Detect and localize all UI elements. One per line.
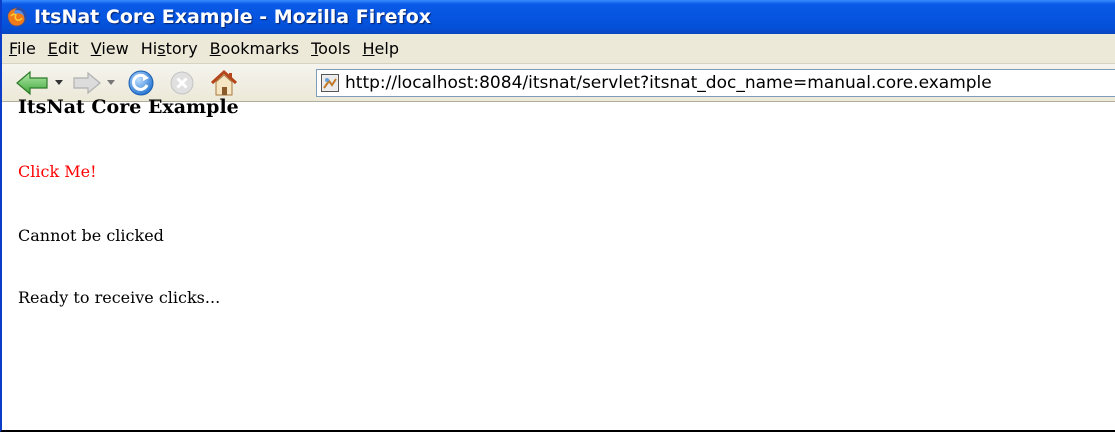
stop-button[interactable] xyxy=(164,68,200,98)
menu-edit[interactable]: Edit xyxy=(44,39,87,58)
menu-label: tory xyxy=(165,39,198,58)
page-icon xyxy=(321,74,339,92)
forward-button[interactable] xyxy=(70,68,104,98)
menu-help[interactable]: Help xyxy=(359,39,407,58)
menu-label: ookmarks xyxy=(220,39,300,58)
menu-label: iew xyxy=(101,39,129,58)
status-text: Ready to receive clicks... xyxy=(18,288,221,307)
menu-accel: F xyxy=(9,39,18,58)
menu-accel: E xyxy=(47,39,58,58)
title-bar[interactable]: ItsNat Core Example - Mozilla Firefox xyxy=(2,0,1115,34)
menu-label: dit xyxy=(57,39,79,58)
stop-icon xyxy=(170,71,194,94)
menu-tools[interactable]: Tools xyxy=(307,39,358,58)
menu-label: ile xyxy=(17,39,36,58)
forward-history-dropdown[interactable] xyxy=(104,68,118,98)
menu-history[interactable]: History xyxy=(137,39,206,58)
page-content xyxy=(2,102,1115,430)
window-title: ItsNat Core Example - Mozilla Firefox xyxy=(34,6,432,28)
url-bar[interactable]: http://localhost:8084/itsnat/servlet?its… xyxy=(316,69,1115,97)
menu-bar: File Edit View History Bookmarks Tools H… xyxy=(2,34,1115,64)
menu-view[interactable]: View xyxy=(87,39,137,58)
chevron-down-icon xyxy=(107,79,115,85)
reload-icon xyxy=(128,70,154,95)
back-icon xyxy=(16,70,48,95)
firefox-icon xyxy=(6,6,28,28)
menu-label: Hi xyxy=(140,39,158,58)
menu-accel: V xyxy=(90,39,102,58)
menu-label: ools xyxy=(318,39,351,58)
menu-accel: H xyxy=(362,39,375,58)
click-me-link[interactable]: Click Me! xyxy=(18,162,97,181)
cannot-click-text: Cannot be clicked xyxy=(18,226,164,245)
home-icon xyxy=(210,69,238,95)
back-button[interactable] xyxy=(12,68,52,98)
home-button[interactable] xyxy=(204,68,244,98)
menu-accel: B xyxy=(209,39,221,58)
menu-accel: s xyxy=(157,39,166,58)
url-text[interactable]: http://localhost:8084/itsnat/servlet?its… xyxy=(345,73,992,93)
back-history-dropdown[interactable] xyxy=(52,68,66,98)
reload-button[interactable] xyxy=(124,68,158,98)
page-heading: ItsNat Core Example xyxy=(18,96,239,118)
forward-icon xyxy=(73,71,101,94)
menu-label: elp xyxy=(374,39,399,58)
chevron-down-icon xyxy=(55,79,63,85)
menu-bookmarks[interactable]: Bookmarks xyxy=(206,39,307,58)
browser-window: ItsNat Core Example - Mozilla Firefox Fi… xyxy=(0,0,1115,432)
menu-file[interactable]: File xyxy=(5,39,44,58)
